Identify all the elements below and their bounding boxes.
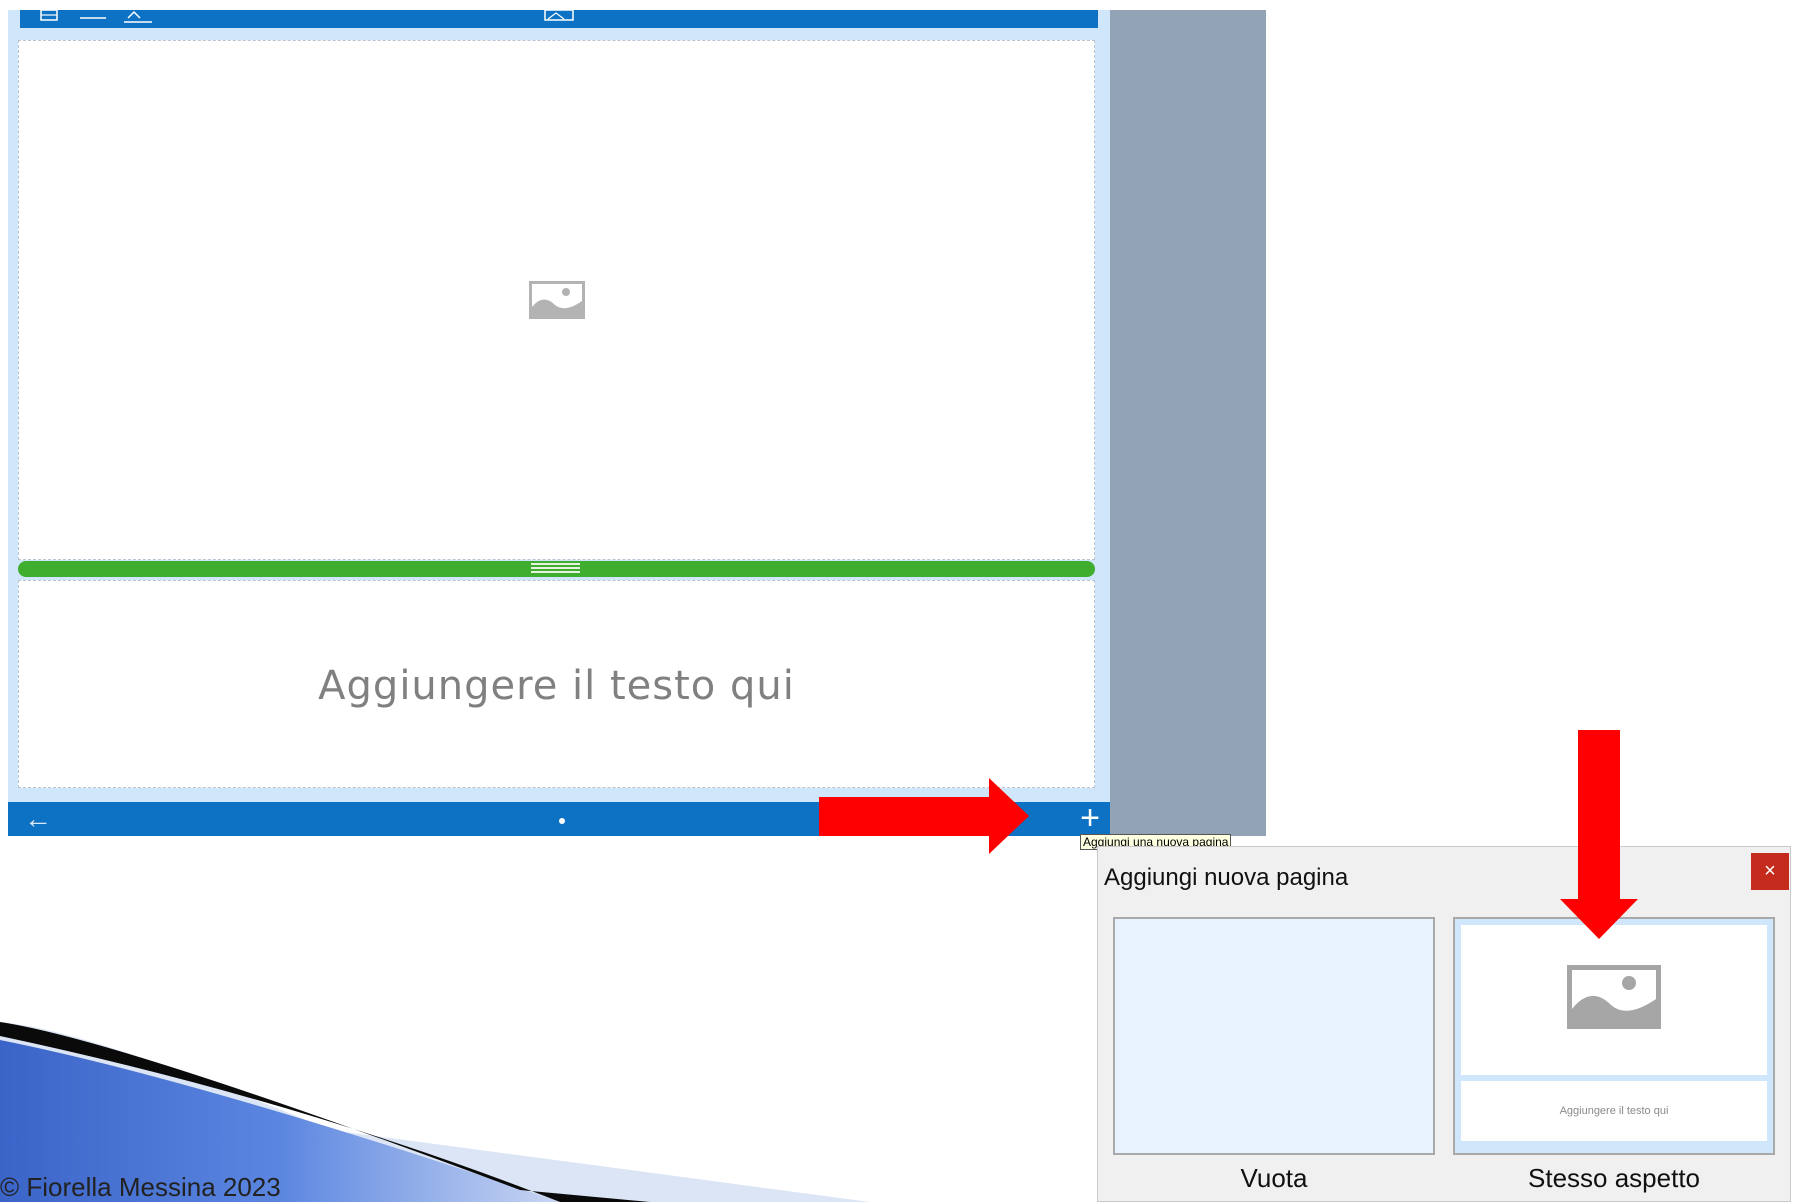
option-same-label: Stesso aspetto (1528, 1163, 1700, 1193)
text-placeholder[interactable]: Aggiungere il testo qui (19, 663, 1094, 709)
image-placeholder-icon (529, 281, 585, 324)
preview-text: Aggiungere il testo qui (1559, 1105, 1669, 1117)
option-blank-label: Vuota (1240, 1163, 1308, 1193)
copyright-text: © Fiorella Messina 2023 (0, 1172, 281, 1202)
text-panel[interactable]: Aggiungere il testo qui (18, 580, 1095, 788)
red-arrow-right-head (989, 778, 1029, 854)
option-same-layout[interactable]: Aggiungere il testo qui (1453, 917, 1775, 1155)
layout-icon[interactable] (38, 9, 60, 26)
close-button[interactable]: × (1751, 853, 1789, 890)
page-indicator-dot (559, 818, 565, 824)
divider-icon[interactable] (80, 10, 106, 26)
preview-image-area (1461, 925, 1767, 1075)
top-toolbar (20, 9, 1098, 28)
preview-text-area: Aggiungere il testo qui (1461, 1081, 1767, 1141)
image-placeholder-icon (1567, 965, 1661, 1034)
divider-handle-icon[interactable] (531, 563, 580, 574)
add-page-button[interactable]: + (1072, 799, 1108, 837)
add-page-dialog: Aggiungi nuova pagina × Vuota Aggiungere… (1097, 846, 1791, 1202)
image-panel[interactable] (18, 40, 1095, 560)
red-arrow-down-icon (1578, 730, 1620, 901)
pen-icon[interactable] (124, 10, 152, 26)
side-gray-panel (1110, 10, 1266, 836)
plus-icon: + (1080, 799, 1100, 837)
dialog-title: Aggiungi nuova pagina (1104, 864, 1349, 891)
arrow-left-icon[interactable]: ← (24, 802, 52, 836)
image-icon[interactable] (544, 9, 574, 26)
red-arrow-down-head (1560, 899, 1638, 939)
red-arrow-right-icon (819, 797, 991, 836)
option-blank-page[interactable] (1113, 917, 1435, 1155)
